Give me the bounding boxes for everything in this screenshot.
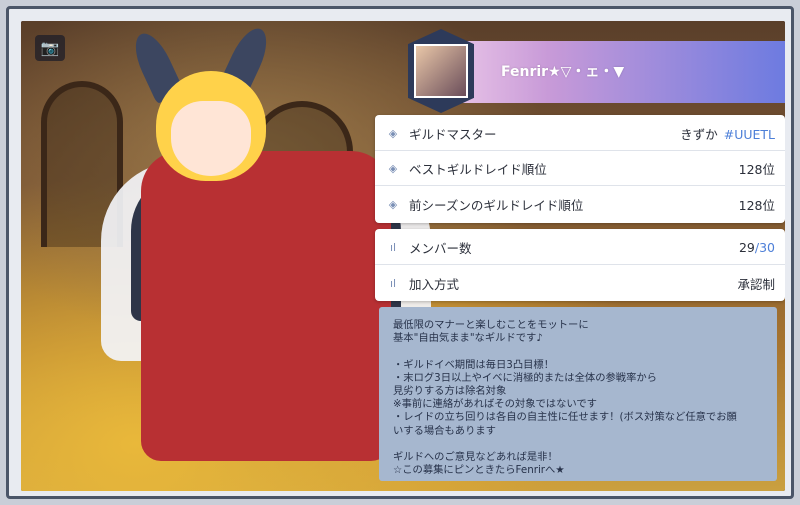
guild-card-frame: 📷 Fenrir★▽・ェ・▼ ◈ ギルドマスター きずか #UUETL ◈ ベスト…	[6, 6, 794, 499]
join-method-label: 加入方式	[409, 276, 460, 292]
best-raid-label: ベストギルドレイド順位	[409, 162, 547, 177]
join-method-value: 承認制	[737, 276, 775, 292]
guild-master-label: ギルドマスター	[409, 127, 497, 142]
camera-button[interactable]: 📷	[35, 35, 65, 61]
guild-master-value: きずか #UUETL	[680, 124, 775, 143]
guild-description: 最低限のマナーと楽しむことをモットーに 基本"自由気まま"なギルドです♪ ・ギル…	[379, 307, 777, 481]
character-face	[171, 101, 251, 176]
diamond-icon: ◈	[388, 162, 398, 175]
best-raid-row: ◈ ベストギルドレイド順位 128位	[375, 152, 785, 186]
guild-name: Fenrir★▽・ェ・▼	[501, 64, 625, 80]
prev-raid-row: ◈ 前シーズンのギルドレイド順位 128位	[375, 187, 785, 221]
join-method-row: ıl 加入方式 承認制	[375, 266, 785, 300]
guild-card: 📷 Fenrir★▽・ェ・▼ ◈ ギルドマスター きずか #UUETL ◈ ベスト…	[21, 21, 785, 491]
guild-avatar	[414, 44, 468, 98]
members-row: ıl メンバー数 29/30	[375, 231, 785, 265]
members-current: 29	[738, 240, 755, 255]
guild-master-name: きずか	[680, 127, 718, 142]
bar-chart-icon: ıl	[389, 276, 397, 290]
diamond-icon: ◈	[388, 197, 398, 211]
bar-chart-icon: ıl	[389, 241, 397, 254]
guild-emblem	[408, 29, 474, 113]
prev-raid-label: 前シーズンのギルドレイド順位	[409, 197, 584, 213]
members-max: /30	[754, 240, 775, 255]
members-label: メンバー数	[409, 241, 472, 256]
camera-icon: 📷	[40, 39, 60, 57]
guild-master-row: ◈ ギルドマスター きずか #UUETL	[375, 117, 785, 151]
guild-members-card: ıl メンバー数 29/30 ıl 加入方式 承認制	[375, 229, 785, 301]
guild-ranking-card: ◈ ギルドマスター きずか #UUETL ◈ ベストギルドレイド順位 128位 ◈…	[375, 115, 785, 223]
diamond-icon: ◈	[388, 127, 398, 140]
best-raid-value: 128位	[738, 162, 775, 177]
character-body	[141, 151, 391, 461]
guild-master-tag: #UUETL	[723, 127, 775, 142]
prev-raid-value: 128位	[738, 197, 775, 213]
members-value: 29/30	[739, 240, 775, 255]
